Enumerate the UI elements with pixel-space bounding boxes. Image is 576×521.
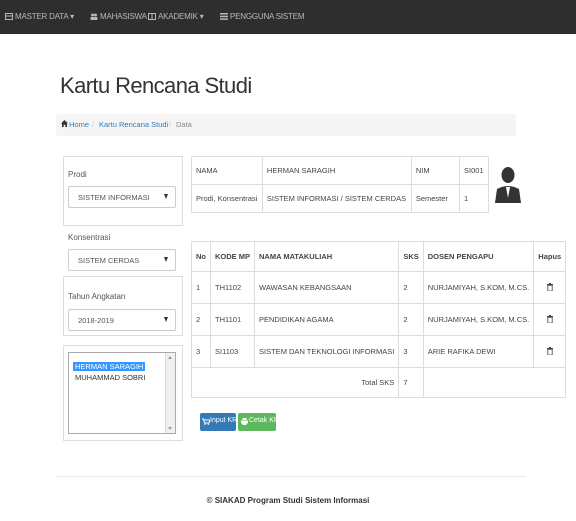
cetak-krs-button[interactable]: Cetak KRS: [238, 413, 284, 431]
col-nama: NAMA MATAKULIAH: [254, 241, 400, 272]
col-kode: KODE MP: [209, 241, 256, 272]
prodi-konsentrasi-value: SISTEM INFORMASI / SISTEM CERDAS: [261, 184, 412, 213]
nav-pengguna[interactable]: PENGGUNA SISTEM: [220, 12, 305, 21]
prodi-select-value: SISTEM INFORMASI: [78, 193, 150, 202]
row-dosen: ARIE RAFIKA DEWI: [422, 335, 535, 368]
row-sks: 2: [398, 271, 424, 304]
scroll-up-icon[interactable]: [168, 356, 172, 359]
cart-icon: [202, 418, 210, 425]
row-sks: 3: [398, 335, 424, 368]
row-nama: PENDIDIKAN AGAMA: [254, 303, 400, 336]
nim-value: SI001: [459, 156, 489, 185]
row-kode: SI1103: [209, 335, 256, 368]
col-no: No: [191, 241, 211, 272]
table-row: 3 SI1103 SISTEM DAN TEKNOLOGI INFORMASI …: [191, 335, 567, 368]
breadcrumb-current: Data: [176, 120, 192, 129]
chevron-down-icon: [164, 194, 168, 199]
row-sks: 2: [398, 303, 424, 336]
total-sks-label: Total SKS: [190, 367, 400, 398]
row-kode: TH1102: [209, 271, 256, 304]
prodi-label: Prodi: [68, 170, 87, 179]
nav-pengguna-label: PENGGUNA SISTEM: [230, 12, 305, 21]
konsentrasi-select[interactable]: SISTEM CERDAS: [68, 249, 176, 271]
col-dosen: DOSEN PENGAPU: [422, 241, 535, 272]
prodi-konsentrasi-label: Prodi, Konsentrasi: [191, 184, 263, 213]
users-icon: [90, 13, 98, 20]
avatar: [495, 167, 521, 203]
footer-divider: [56, 476, 526, 477]
row-nama: WAWASAN KEBANGSAAN: [254, 271, 400, 304]
nav-master-data[interactable]: MASTER DATA ▾: [5, 12, 74, 21]
row-dosen: NURJAMIYAH, S.KOM, M.CS.: [422, 303, 535, 336]
row-kode: TH1101: [209, 303, 256, 336]
book-icon: [148, 13, 156, 20]
table-row: 1 TH1102 WAWASAN KEBANGSAAN 2 NURJAMIYAH…: [191, 271, 567, 304]
semester-value: 1: [459, 184, 489, 213]
row-no: 1: [191, 271, 211, 304]
total-empty-cell: [422, 367, 567, 398]
total-sks-value: 7: [398, 367, 424, 398]
scroll-down-icon[interactable]: [168, 427, 172, 430]
nav-master-data-label: MASTER DATA ▾: [15, 12, 74, 21]
nav-mahasiswa[interactable]: MAHASISWA: [90, 12, 147, 21]
col-sks: SKS: [398, 241, 424, 272]
delete-button[interactable]: [533, 271, 567, 304]
home-icon: [61, 120, 68, 129]
list-icon: [220, 13, 228, 20]
cetak-krs-label: Cetak KRS: [249, 417, 284, 424]
student-option[interactable]: MUHAMMAD SOBRI: [73, 373, 147, 382]
prodi-select[interactable]: SISTEM INFORMASI: [68, 186, 176, 208]
breadcrumb-separator: /: [169, 120, 172, 129]
student-listbox[interactable]: HERMAN SARAGIH MUHAMMAD SOBRI: [68, 352, 176, 434]
nav-akademik-label: AKADEMIK ▾: [158, 12, 204, 21]
konsentrasi-label: Konsentrasi: [68, 233, 111, 242]
top-navbar: MASTER DATA ▾ MAHASISWA AKADEMIK ▾ PENGG…: [0, 0, 576, 34]
row-nama: SISTEM DAN TEKNOLOGI INFORMASI: [254, 335, 400, 368]
input-krs-button[interactable]: Input KRS: [200, 413, 242, 431]
row-no: 2: [191, 303, 211, 336]
delete-button[interactable]: [533, 335, 567, 368]
chevron-down-icon: [164, 257, 168, 262]
tahun-select[interactable]: 2018-2019: [68, 309, 176, 331]
table-icon: [5, 13, 13, 20]
footer-text: © SIAKAD Program Studi Sistem Informasi: [206, 496, 370, 505]
col-hapus: Hapus: [533, 241, 567, 272]
row-dosen: NURJAMIYAH, S.KOM, M.CS.: [422, 271, 535, 304]
student-info-table: NAMA HERMAN SARAGIH NIM SI001 Prodi, Kon…: [191, 156, 489, 213]
student-option-selected[interactable]: HERMAN SARAGIH: [73, 362, 146, 371]
breadcrumb-krs[interactable]: Kartu Rencana Studi: [99, 120, 168, 129]
tahun-select-value: 2018-2019: [78, 316, 114, 325]
nav-akademik[interactable]: AKADEMIK ▾: [148, 12, 204, 21]
trash-icon: [546, 314, 553, 323]
page-title: Kartu Rencana Studi: [60, 73, 252, 98]
print-icon: [241, 418, 248, 425]
nim-label: NIM: [410, 156, 461, 185]
chevron-down-icon: [164, 317, 168, 322]
listbox-scrollbar[interactable]: [165, 353, 175, 433]
breadcrumb-separator: /: [92, 120, 95, 129]
nama-label: NAMA: [191, 156, 263, 185]
trash-icon: [546, 282, 553, 291]
nav-mahasiswa-label: MAHASISWA: [100, 12, 147, 21]
row-no: 3: [191, 335, 211, 368]
nama-value: HERMAN SARAGIH: [261, 156, 412, 185]
krs-table: No KODE MP NAMA MATAKULIAH SKS DOSEN PEN…: [190, 241, 567, 398]
semester-label: Semester: [410, 184, 461, 213]
trash-icon: [546, 346, 553, 355]
table-row: 2 TH1101 PENDIDIKAN AGAMA 2 NURJAMIYAH, …: [191, 303, 567, 336]
delete-button[interactable]: [533, 303, 567, 336]
konsentrasi-select-value: SISTEM CERDAS: [78, 256, 140, 265]
breadcrumb-home[interactable]: Home: [69, 120, 89, 129]
tahun-label: Tahun Angkatan: [68, 292, 126, 301]
breadcrumb: Home / Kartu Rencana Studi / Data: [56, 114, 516, 136]
